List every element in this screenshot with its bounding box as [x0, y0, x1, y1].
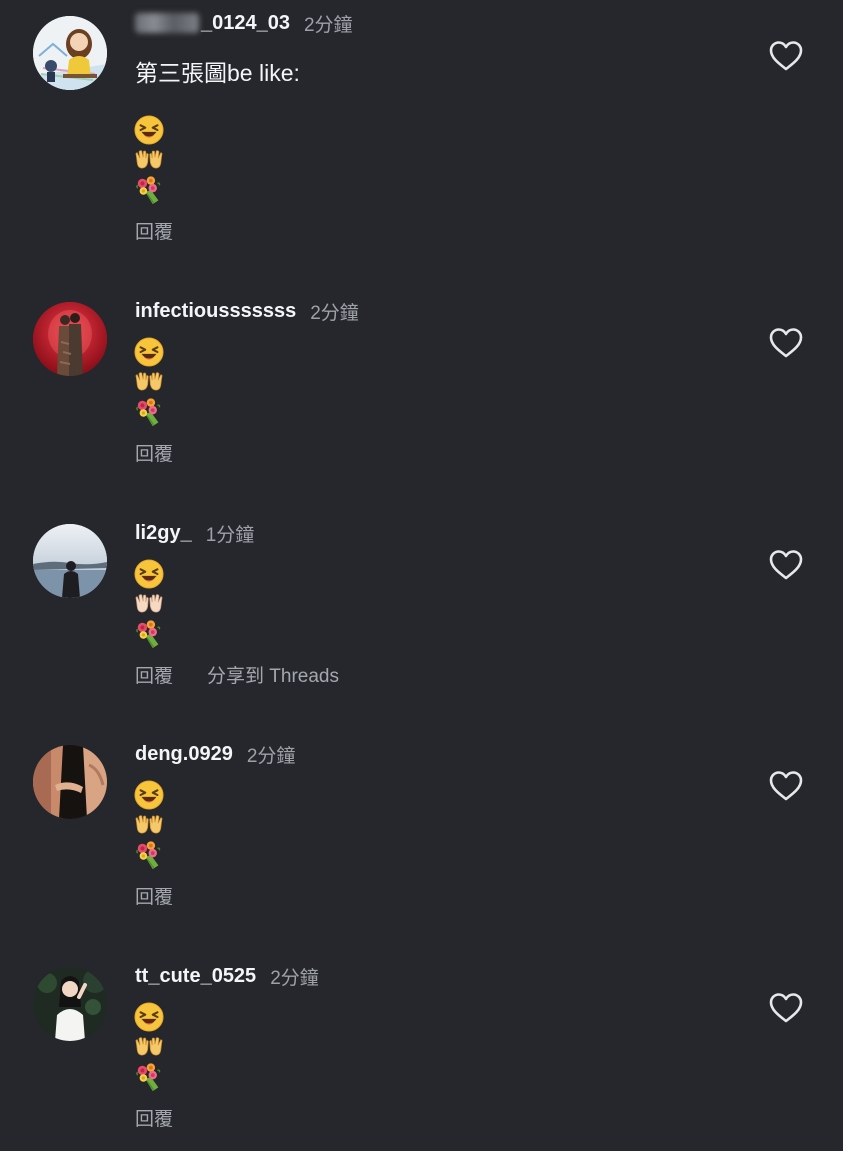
comment-text: 第三張圖be like:	[135, 60, 300, 86]
laughing-face-icon	[134, 780, 164, 810]
laughing-face-icon	[134, 337, 164, 367]
comment-meta: infectiousssssss 2分鐘	[135, 296, 359, 326]
comment-actions: 回覆	[135, 881, 173, 909]
reply-button[interactable]: 回覆	[135, 1104, 173, 1131]
username[interactable]: deng.0929	[135, 743, 233, 766]
heart-icon[interactable]	[768, 992, 804, 1024]
bouquet-icon	[134, 619, 164, 649]
avatar[interactable]	[33, 302, 107, 376]
laughing-face-icon	[134, 1002, 164, 1032]
heart-icon[interactable]	[768, 40, 804, 72]
laughing-face-icon	[134, 559, 164, 589]
avatar[interactable]	[33, 967, 107, 1041]
comment-meta: tt_cute_0525 2分鐘	[135, 961, 319, 991]
timestamp: 2分鐘	[246, 745, 296, 767]
username[interactable]: tt_cute_0525	[135, 965, 256, 988]
comment-actions: 回覆	[135, 438, 173, 466]
red-stage-photo-avatar-icon	[33, 302, 107, 376]
timestamp: 2分鐘	[303, 14, 353, 36]
comment-meta: _0124_03 2分鐘	[135, 8, 353, 38]
raised-hands-icon	[134, 372, 164, 392]
avatar[interactable]	[33, 745, 107, 819]
timestamp: 1分鐘	[205, 524, 255, 546]
bouquet-icon	[134, 397, 164, 427]
share-to-threads-button[interactable]: 分享到 Threads	[207, 661, 339, 688]
comment-actions: 回覆	[135, 1103, 173, 1131]
comment-actions: 回覆 分享到 Threads	[135, 660, 339, 688]
username[interactable]: _0124_03	[201, 12, 290, 35]
timestamp: 2分鐘	[270, 967, 319, 989]
avatar[interactable]	[33, 16, 107, 90]
reply-button[interactable]: 回覆	[135, 661, 173, 688]
username[interactable]: li2gy_	[135, 522, 192, 545]
couple-photo-avatar-icon	[33, 745, 107, 819]
portrait-photo-avatar-icon	[33, 967, 107, 1041]
username[interactable]: infectiousssssss	[135, 300, 296, 323]
raised-hands-icon	[134, 815, 164, 835]
bouquet-icon	[134, 1062, 164, 1092]
heart-icon[interactable]	[768, 549, 804, 581]
raised-hands-icon	[134, 150, 164, 170]
lake-silhouette-avatar-icon	[33, 524, 107, 598]
laughing-face-icon	[134, 115, 164, 145]
raised-hands-icon	[134, 1037, 164, 1057]
comment-meta: li2gy_ 1分鐘	[135, 518, 254, 548]
comment-actions: 回覆	[135, 216, 173, 244]
reply-button[interactable]: 回覆	[135, 217, 173, 244]
redacted-username-part	[135, 13, 199, 33]
heart-icon[interactable]	[768, 770, 804, 802]
illustrated-girl-avatar-icon	[33, 16, 107, 90]
reply-button[interactable]: 回覆	[135, 439, 173, 466]
heart-icon[interactable]	[768, 327, 804, 359]
timestamp: 2分鐘	[310, 302, 359, 324]
avatar[interactable]	[33, 524, 107, 598]
comment-meta: deng.0929 2分鐘	[135, 739, 295, 769]
bouquet-icon	[134, 840, 164, 870]
reply-button[interactable]: 回覆	[135, 882, 173, 909]
bouquet-icon	[134, 175, 164, 205]
raised-hands-icon	[134, 594, 164, 614]
